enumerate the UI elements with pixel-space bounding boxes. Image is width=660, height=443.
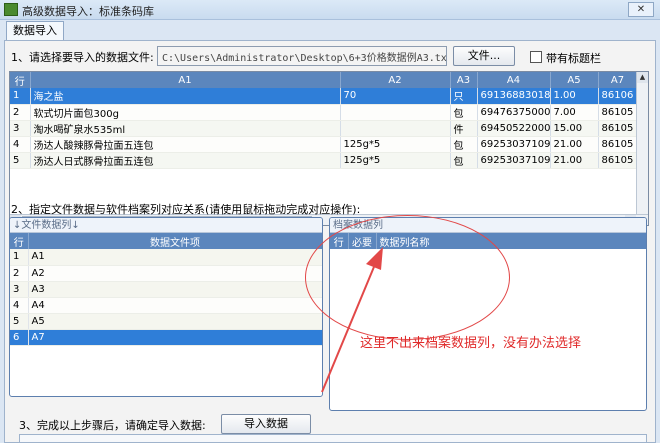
column-header[interactable]: 数据文件项 (28, 233, 322, 249)
list-item[interactable]: 1 A1 (10, 249, 322, 266)
table-cell: 86105 (598, 120, 638, 137)
list-item[interactable]: 6 A7 (10, 329, 322, 346)
progress-area (19, 434, 647, 442)
table-cell: 6925303710910 (477, 136, 551, 153)
close-button[interactable]: ✕ (628, 2, 654, 17)
file-grid-header-row: 行 A1 A2 A3 A4 A5 A7 (10, 72, 638, 88)
table-row[interactable]: 5 汤达人日式豚骨拉面五连包 125g*5 包 6925303710903 21… (10, 152, 638, 169)
table-cell: 125g*5 (340, 152, 451, 169)
table-cell: 包 (450, 104, 478, 121)
table-cell: 2 (10, 265, 29, 282)
table-cell: A3 (28, 281, 322, 298)
table-cell: 3 (10, 120, 31, 137)
column-header[interactable]: 行 (10, 233, 29, 249)
table-cell: 4 (10, 136, 31, 153)
table-cell: 只 (450, 88, 478, 105)
table-cell: 21.00 (550, 136, 599, 153)
table-cell: A7 (28, 329, 322, 346)
table-cell: 汤达人日式豚骨拉面五连包 (30, 152, 341, 169)
table-cell: 7.00 (550, 104, 599, 121)
tab-data-import[interactable]: 数据导入 (6, 21, 64, 40)
annotation-text: 这里不出来档案数据列，没有办法选择 (360, 336, 582, 351)
table-cell: 70 (340, 88, 451, 105)
table-row[interactable]: 3 淘水喝矿泉水535ml 件 6945052200072 15.00 8610… (10, 120, 638, 137)
table-cell: 1 (10, 249, 29, 266)
file-browse-button[interactable]: 文件... (453, 46, 515, 66)
table-row[interactable]: 4 汤达人酸辣豚骨拉面五连包 125g*5 包 6925303710910 21… (10, 136, 638, 153)
table-cell: 6 (10, 329, 29, 346)
table-cell: 5 (10, 152, 31, 169)
table-cell: 6913688301861 (477, 88, 551, 105)
column-header[interactable]: A2 (340, 72, 451, 88)
table-cell: 软式切片面包300g (30, 104, 341, 121)
header-row-checkbox[interactable] (530, 51, 542, 63)
table-cell: 86105 (598, 104, 638, 121)
table-cell: 15.00 (550, 120, 599, 137)
scroll-up-arrow-icon[interactable]: ▲ (637, 72, 648, 83)
column-header[interactable]: A1 (30, 72, 341, 88)
column-header[interactable]: A7 (598, 72, 638, 88)
column-header[interactable]: 行 (10, 72, 31, 88)
file-columns-panel: ↓文件数据列↓ 行 数据文件项 1 A1 2 A2 3 A3 4 A4 5 A5… (9, 217, 323, 397)
header-row-checkbox-label: 带有标题栏 (546, 52, 601, 65)
table-cell: 6945052200072 (477, 120, 551, 137)
table-cell: 86106 (598, 88, 638, 105)
table-cell: A5 (28, 313, 322, 330)
table-cell: 包 (450, 136, 478, 153)
table-cell (340, 120, 451, 137)
step1-label: 1、请选择要导入的数据文件: (11, 51, 154, 64)
table-cell: 淘水喝矿泉水535ml (30, 120, 341, 137)
table-cell: 5 (10, 313, 29, 330)
table-cell: 包 (450, 152, 478, 169)
table-cell: 86105 (598, 152, 638, 169)
list-item[interactable]: 3 A3 (10, 281, 322, 298)
window-title: 高级数据导入：标准条码库 (22, 5, 154, 18)
file-columns-table: 行 数据文件项 1 A1 2 A2 3 A3 4 A4 5 A5 6 A7 (10, 233, 322, 346)
tab-strip: 数据导入 (0, 20, 660, 40)
table-cell (340, 104, 451, 121)
table-cell: 1 (10, 88, 31, 105)
column-header[interactable]: A3 (450, 72, 478, 88)
table-cell: 3 (10, 281, 29, 298)
table-cell: 6925303710903 (477, 152, 551, 169)
list-item[interactable]: 4 A4 (10, 297, 322, 314)
table-cell: 86105 (598, 136, 638, 153)
file-columns-title: ↓文件数据列↓ (10, 218, 322, 233)
step2-label: 2、指定文件数据与软件档案列对应关系(请使用鼠标拖动完成对应操作): (11, 203, 361, 216)
table-cell: 6947637500050 (477, 104, 551, 121)
table-cell: A1 (28, 249, 322, 266)
table-cell: A4 (28, 297, 322, 314)
table-cell: 件 (450, 120, 478, 137)
step3-label: 3、完成以上步骤后，请确定导入数据: (19, 419, 206, 432)
table-row[interactable]: 2 软式切片面包300g 包 6947637500050 7.00 86105 (10, 104, 638, 121)
table-cell: 4 (10, 297, 29, 314)
file-data-table: 行 A1 A2 A3 A4 A5 A7 1 海之盐 70 只 691368830… (10, 72, 638, 169)
table-row[interactable]: 1 海之盐 70 只 6913688301861 1.00 86106 (10, 88, 638, 105)
column-header[interactable]: A4 (477, 72, 551, 88)
column-header[interactable]: A5 (550, 72, 599, 88)
table-cell: 21.00 (550, 152, 599, 169)
list-item[interactable]: 2 A2 (10, 265, 322, 282)
table-cell: A2 (28, 265, 322, 282)
app-icon (4, 3, 18, 16)
import-data-button[interactable]: 导入数据 (221, 414, 311, 434)
table-cell: 海之盐 (30, 88, 341, 105)
table-cell: 125g*5 (340, 136, 451, 153)
file-path-field[interactable]: C:\Users\Administrator\Desktop\6+3价格数据例A… (157, 46, 447, 66)
file-grid-vertical-scrollbar[interactable]: ▲ (636, 72, 648, 225)
file-columns-header-row: 行 数据文件项 (10, 233, 322, 249)
table-cell: 2 (10, 104, 31, 121)
table-cell: 汤达人酸辣豚骨拉面五连包 (30, 136, 341, 153)
list-item[interactable]: 5 A5 (10, 313, 322, 330)
annotation-ellipse (305, 215, 510, 340)
title-bar: 高级数据导入：标准条码库 ✕ (0, 0, 660, 20)
table-cell: 1.00 (550, 88, 599, 105)
